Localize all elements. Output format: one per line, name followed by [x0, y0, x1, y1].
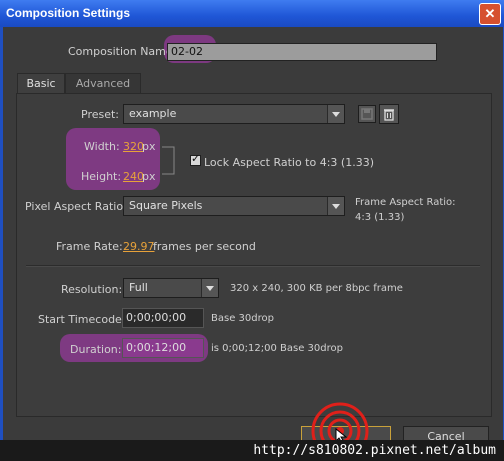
frame-rate-unit: frames per second: [153, 240, 256, 253]
width-unit: px: [142, 140, 156, 153]
duration-value: 0;00;12;00: [126, 341, 187, 354]
resolution-label: Resolution:: [61, 283, 123, 296]
resolution-dropdown[interactable]: Full: [123, 278, 219, 298]
lock-aspect-label: Lock Aspect Ratio to 4:3 (1.33): [204, 156, 374, 169]
frame-rate-value[interactable]: 29.97: [123, 240, 155, 253]
resolution-info: 320 x 240, 300 KB per 8bpc frame: [230, 283, 403, 294]
composition-name-input[interactable]: [167, 43, 437, 61]
section-divider: [26, 265, 480, 267]
height-value[interactable]: 240: [123, 170, 144, 183]
height-label: Height:: [81, 170, 122, 183]
pixel-aspect-value: Square Pixels: [129, 199, 203, 212]
height-unit: px: [142, 170, 156, 183]
preset-label: Preset:: [81, 108, 120, 121]
chevron-down-icon: [327, 105, 344, 123]
trash-icon[interactable]: [379, 104, 399, 124]
start-timecode-info: Base 30drop: [211, 313, 274, 324]
resolution-value: Full: [129, 281, 148, 294]
save-preset-icon[interactable]: [358, 105, 376, 123]
pixel-aspect-dropdown[interactable]: Square Pixels: [123, 196, 345, 216]
chevron-down-icon: [201, 279, 218, 297]
frame-rate-label: Frame Rate:: [56, 240, 123, 253]
preset-value: example: [129, 107, 177, 120]
duration-input[interactable]: 0;00;12;00: [122, 338, 204, 358]
duration-label: Duration:: [70, 343, 122, 356]
start-timecode-input[interactable]: 0;00;00;00: [122, 308, 204, 328]
close-button[interactable]: ✕: [479, 3, 501, 25]
link-bracket-icon: [162, 146, 175, 175]
watermark-url: http://s810802.pixnet.net/album: [0, 440, 504, 461]
pixel-aspect-label: Pixel Aspect Ratio:: [25, 200, 127, 213]
chevron-down-icon: [327, 197, 344, 215]
start-timecode-label: Start Timecode:: [38, 313, 126, 326]
duration-info: is 0;00;12;00 Base 30drop: [211, 343, 343, 354]
window-title: Composition Settings: [6, 6, 130, 20]
start-timecode-value: 0;00;00;00: [126, 311, 187, 324]
width-label: Width:: [84, 140, 120, 153]
lock-aspect-checkbox[interactable]: [190, 152, 201, 166]
frame-aspect-value: 4:3 (1.33): [355, 212, 405, 223]
composition-name-label: Composition Name:: [68, 45, 177, 58]
width-value[interactable]: 320: [123, 140, 144, 153]
composition-name-value: 02-02: [171, 45, 203, 58]
frame-aspect-label: Frame Aspect Ratio:: [355, 197, 456, 208]
title-bar: Composition Settings ✕: [0, 0, 504, 27]
tab-basic[interactable]: Basic: [17, 73, 65, 94]
preset-dropdown[interactable]: example: [123, 104, 345, 124]
tab-advanced[interactable]: Advanced: [65, 73, 141, 94]
